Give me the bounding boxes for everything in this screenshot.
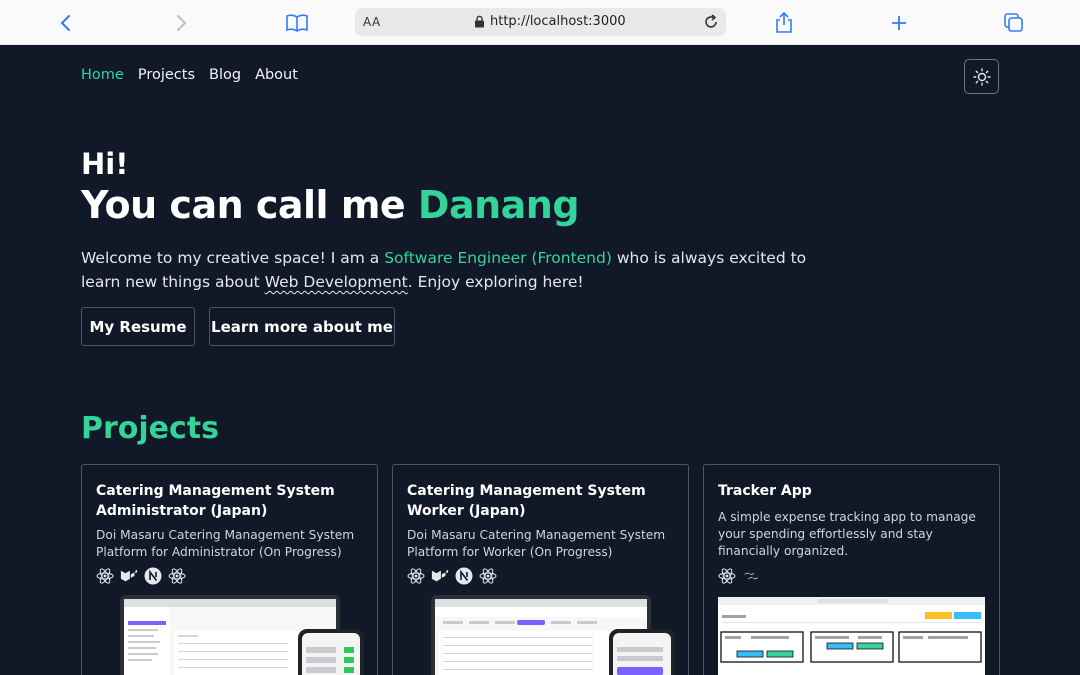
react-icon — [96, 567, 114, 585]
tabs-icon[interactable] — [1001, 10, 1027, 36]
browser-toolbar: AA http://localhost:3000 — [0, 0, 1080, 45]
project-preview-image — [431, 595, 675, 675]
react-icon — [479, 567, 497, 585]
portfolio-page: Home Projects Blog About Hi! You can cal… — [0, 45, 1080, 675]
theme-toggle-button[interactable] — [964, 59, 999, 94]
tech-stack — [718, 567, 760, 585]
headline-prefix: You can call me — [81, 183, 418, 227]
address-bar[interactable]: AA http://localhost:3000 — [355, 8, 726, 36]
mui-icon — [120, 567, 138, 585]
project-title: Catering Management System Worker (Japan… — [407, 483, 646, 519]
project-title: Tracker App — [718, 483, 812, 499]
lock-icon — [474, 15, 485, 33]
project-card[interactable]: Catering Management System Administrator… — [81, 464, 378, 675]
nav-blog[interactable]: Blog — [209, 67, 241, 83]
new-tab-icon[interactable] — [886, 10, 912, 36]
project-description: Doi Masaru Catering Management System Pl… — [96, 528, 355, 559]
project-preview-image — [718, 597, 985, 675]
react-icon — [407, 567, 425, 585]
resume-button[interactable]: My Resume — [81, 307, 195, 346]
back-icon[interactable] — [53, 10, 79, 36]
intro-part3: . Enjoy exploring here! — [407, 273, 584, 291]
intro-text: Welcome to my creative space! I am a Sof… — [81, 246, 841, 294]
react-icon — [718, 567, 736, 585]
nextjs-icon — [144, 567, 162, 585]
about-me-button[interactable]: Learn more about me — [209, 307, 395, 346]
headline-name: Danang — [417, 183, 580, 227]
project-description: Doi Masaru Catering Management System Pl… — [407, 528, 666, 559]
nav-about[interactable]: About — [255, 67, 298, 83]
reload-icon[interactable] — [702, 13, 720, 36]
sun-icon — [972, 67, 991, 86]
url-text: http://localhost:3000 — [490, 14, 626, 29]
tailwind-icon — [742, 567, 760, 585]
project-title: Catering Management System Administrator… — [96, 483, 335, 519]
intro-topic: Web Development — [264, 273, 408, 291]
main-nav: Home Projects Blog About — [81, 67, 298, 83]
forward-icon[interactable] — [168, 10, 194, 36]
nextjs-icon — [455, 567, 473, 585]
bookmarks-icon[interactable] — [284, 10, 310, 36]
project-card[interactable]: Tracker App A simple expense tracking ap… — [703, 464, 1000, 675]
reader-button[interactable]: AA — [363, 15, 381, 29]
project-preview-image — [120, 595, 364, 675]
intro-role: Software Engineer (Frontend) — [384, 249, 612, 267]
nav-projects[interactable]: Projects — [138, 67, 195, 83]
project-description: A simple expense tracking app to manage … — [718, 510, 976, 558]
intro-part1: Welcome to my creative space! I am a — [81, 249, 385, 267]
headline: You can call me Danang — [81, 183, 580, 227]
share-icon[interactable] — [771, 10, 797, 36]
react-icon — [168, 567, 186, 585]
tech-stack — [407, 567, 497, 585]
mui-icon — [431, 567, 449, 585]
projects-heading: Projects — [81, 411, 220, 446]
greeting: Hi! — [81, 147, 129, 181]
tech-stack — [96, 567, 186, 585]
nav-home[interactable]: Home — [81, 67, 124, 83]
project-card[interactable]: Catering Management System Worker (Japan… — [392, 464, 689, 675]
